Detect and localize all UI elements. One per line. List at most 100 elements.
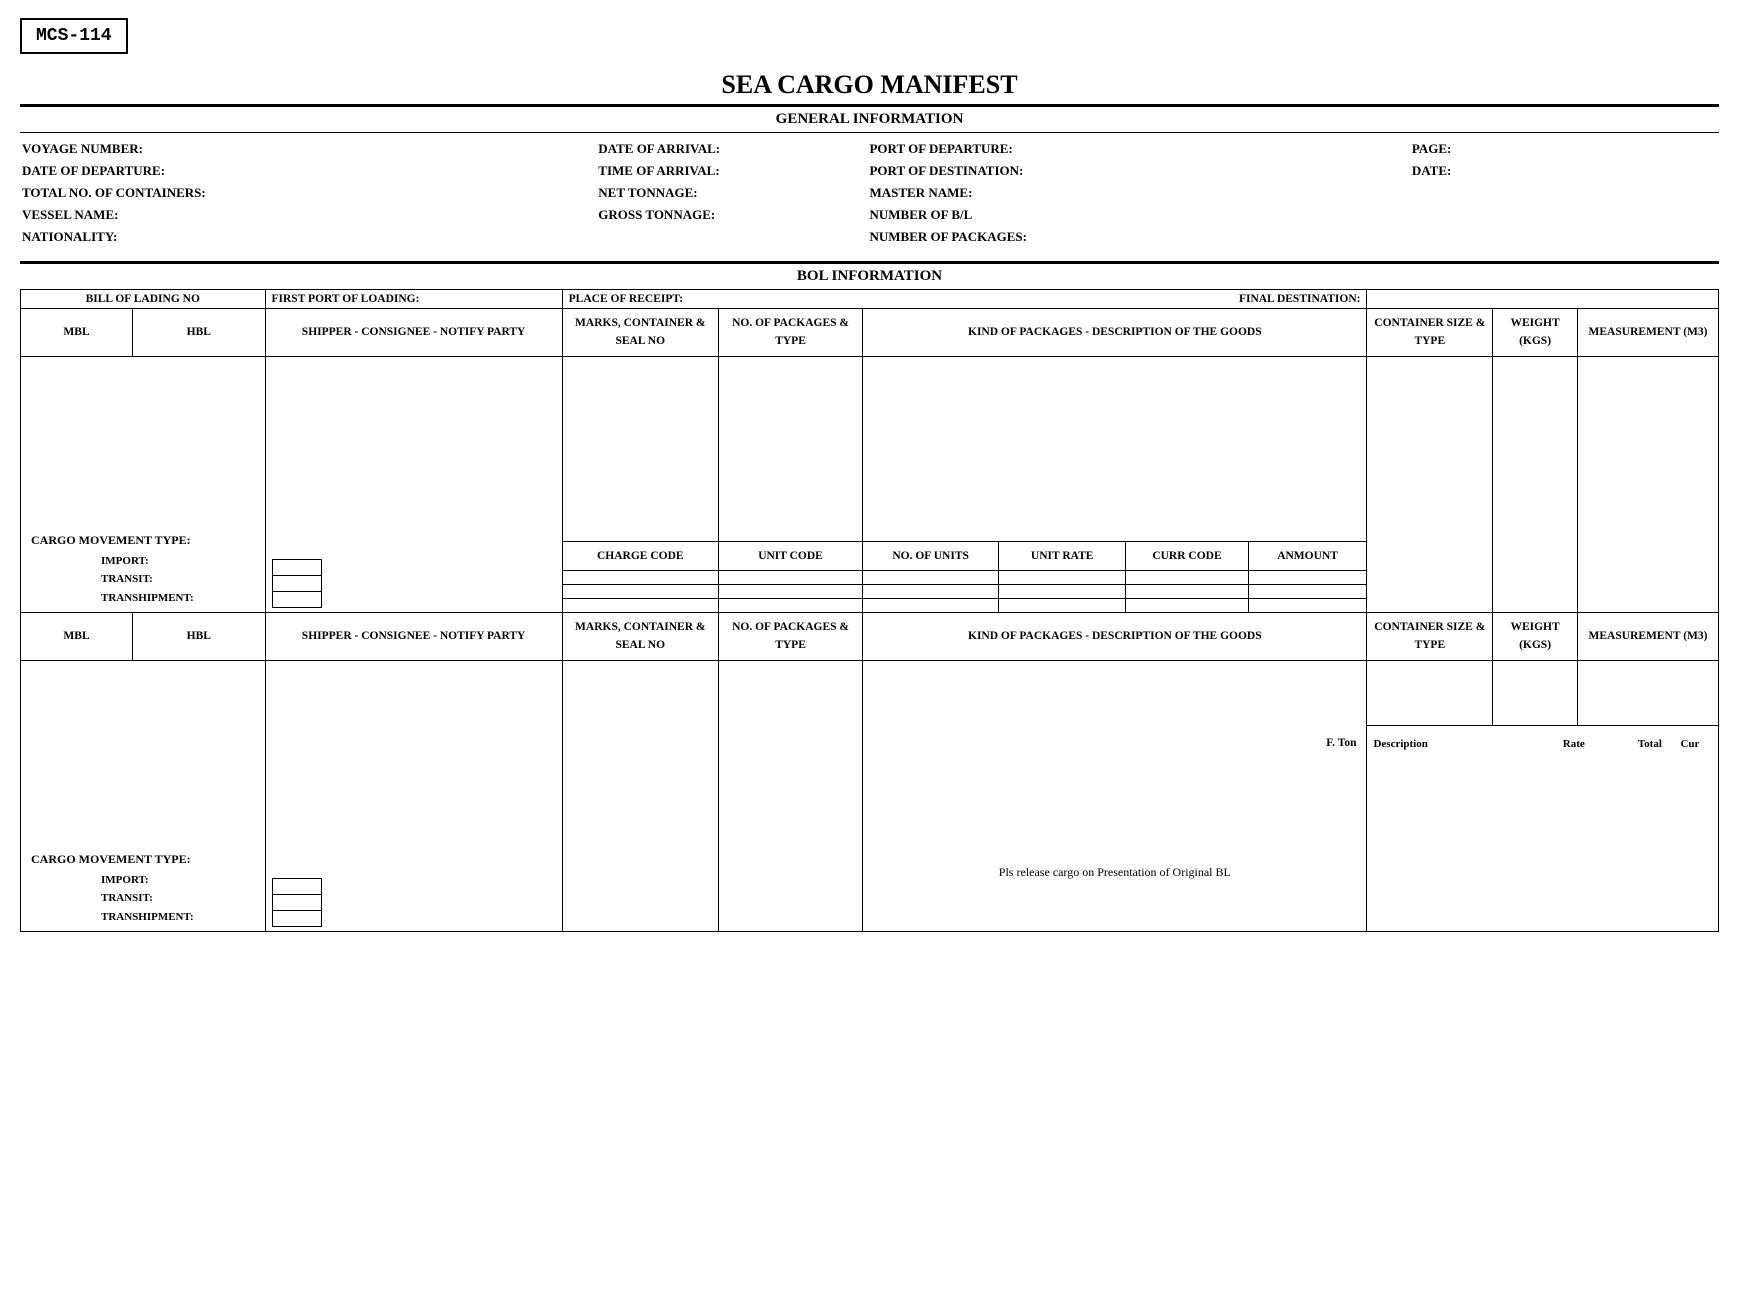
cell-packages[interactable] [718,356,862,541]
label-transhipment: TRANSHIPMENT: [101,589,194,608]
hdr-mcs: MARKS, CONTAINER & SEAL NO [562,612,718,660]
hdr-measurement: MEASUREMENT (M3) [1578,612,1719,660]
label-port-of-destination: PORT OF DESTINATION: [869,163,1411,179]
cell-charge[interactable] [718,570,862,584]
cell-measurement[interactable] [1578,660,1719,725]
hdr-charge-code: CHARGE CODE [562,541,718,570]
hdr-kind: KIND OF PACKAGES - DESCRIPTION OF THE GO… [863,309,1367,357]
label-cargo-movement-type: CARGO MOVEMENT TYPE: [31,533,191,548]
cell-charge[interactable] [1126,570,1248,584]
label-transhipment: TRANSHIPMENT: [101,908,194,927]
hdr-hbl: HBL [133,612,265,660]
label-number-of-packages: NUMBER OF PACKAGES: [869,229,1411,245]
label-vessel-name: VESSEL NAME: [22,207,598,223]
hdr-scn: SHIPPER - CONSIGNEE - NOTIFY PARTY [265,309,562,357]
divider [20,104,1719,107]
cell-charge[interactable] [1248,584,1367,598]
cell-charge[interactable] [1248,598,1367,612]
cell-charge[interactable] [718,584,862,598]
label-master-name: MASTER NAME: [869,185,1411,201]
divider [20,132,1719,133]
cell-charge[interactable] [562,584,718,598]
hdr-weight: WEIGHT (KGS) [1493,612,1578,660]
label-import: IMPORT: [101,552,194,571]
cell-charge[interactable] [1126,598,1248,612]
bol-table: BILL OF LADING NO FIRST PORT OF LOADING:… [20,289,1719,932]
checkbox-transit[interactable] [272,575,322,592]
label-transit: TRANSIT: [101,889,194,908]
hdr-scn: SHIPPER - CONSIGNEE - NOTIFY PARTY [265,612,562,660]
label-date: DATE: [1412,163,1717,179]
cell-measurement[interactable] [1578,356,1719,612]
cell-marks[interactable] [562,356,718,541]
label-release-note: Pls release cargo on Presentation of Ori… [863,865,1366,880]
divider [20,261,1719,264]
label-description: Description [1367,738,1500,750]
label-date-of-arrival: DATE OF ARRIVAL: [598,141,869,157]
hdr-no-units: NO. OF UNITS [863,541,999,570]
hdr-kind: KIND OF PACKAGES - DESCRIPTION OF THE GO… [863,612,1367,660]
checkbox-transhipment[interactable] [272,591,322,608]
hdr-unit-rate: UNIT RATE [999,541,1126,570]
checkbox-transit[interactable] [272,894,322,911]
cell-charge[interactable] [863,598,999,612]
label-cargo-movement-type: CARGO MOVEMENT TYPE: [31,852,191,867]
label-cur: Cur [1662,738,1718,750]
hdr-anmount: ANMOUNT [1248,541,1367,570]
label-time-of-arrival: TIME OF ARRIVAL: [598,163,869,179]
label-port-of-departure: PORT OF DEPARTURE: [869,141,1411,157]
cell-charge[interactable] [863,584,999,598]
hdr-hbl: HBL [133,309,265,357]
cell-charge[interactable] [863,570,999,584]
label-date-of-departure: DATE OF DEPARTURE: [22,163,598,179]
hdr-mcs: MARKS, CONTAINER & SEAL NO [562,309,718,357]
label-voyage-number: VOYAGE NUMBER: [22,141,598,157]
label-final-destination: FINAL DESTINATION: [1239,293,1361,305]
label-net-tonnage: NET TONNAGE: [598,185,869,201]
label-gross-tonnage: GROSS TONNAGE: [598,207,869,223]
cell-charge[interactable] [999,570,1126,584]
label-nationality: NATIONALITY: [22,229,598,245]
hdr-container: CONTAINER SIZE & TYPE [1367,612,1493,660]
checkbox-transhipment[interactable] [272,910,322,927]
form-code: MCS-114 [20,18,128,54]
cell-description[interactable] [863,356,1367,541]
label-total: Total [1585,738,1662,750]
cell-charge[interactable] [562,598,718,612]
hdr-npt: NO. OF PACKAGES & TYPE [718,309,862,357]
hdr-bill-of-lading: BILL OF LADING NO [21,290,266,309]
hdr-measurement: MEASUREMENT (M3) [1578,309,1719,357]
checkbox-import[interactable] [272,559,322,576]
hdr-unit-code: UNIT CODE [718,541,862,570]
general-info-block: VOYAGE NUMBER: DATE OF ARRIVAL: PORT OF … [20,135,1719,259]
cell-weight[interactable] [1493,356,1578,612]
hdr-first-port-loading: FIRST PORT OF LOADING: [265,290,562,309]
bol-info-heading: BOL INFORMATION [20,268,1719,285]
cell-charge[interactable] [718,598,862,612]
cell-weight[interactable] [1493,660,1578,725]
cell-charge[interactable] [999,584,1126,598]
hdr-mbl: MBL [21,612,133,660]
page-title: SEA CARGO MANIFEST [20,70,1719,100]
general-info-heading: GENERAL INFORMATION [20,111,1719,128]
checkbox-import[interactable] [272,878,322,895]
label-rate: Rate [1501,738,1585,750]
label-place-of-receipt: PLACE OF RECEIPT: [569,293,683,305]
cell-container[interactable] [1367,660,1493,725]
cell-charge[interactable] [1126,584,1248,598]
label-total-containers: TOTAL NO. OF CONTAINERS: [22,185,598,201]
label-page: PAGE: [1412,141,1717,157]
cell-charge[interactable] [562,570,718,584]
hdr-place-final: PLACE OF RECEIPT: FINAL DESTINATION: [562,290,1367,309]
cell-container[interactable] [1367,356,1493,612]
cell-charge[interactable] [999,598,1126,612]
hdr-npt: NO. OF PACKAGES & TYPE [718,612,862,660]
hdr-weight: WEIGHT (KGS) [1493,309,1578,357]
cell-description[interactable] [863,660,1367,725]
label-f-ton: F. Ton [1326,737,1356,749]
hdr-mbl: MBL [21,309,133,357]
cell-packages[interactable] [718,660,862,931]
label-import: IMPORT: [101,871,194,890]
cell-marks[interactable] [562,660,718,931]
cell-charge[interactable] [1248,570,1367,584]
